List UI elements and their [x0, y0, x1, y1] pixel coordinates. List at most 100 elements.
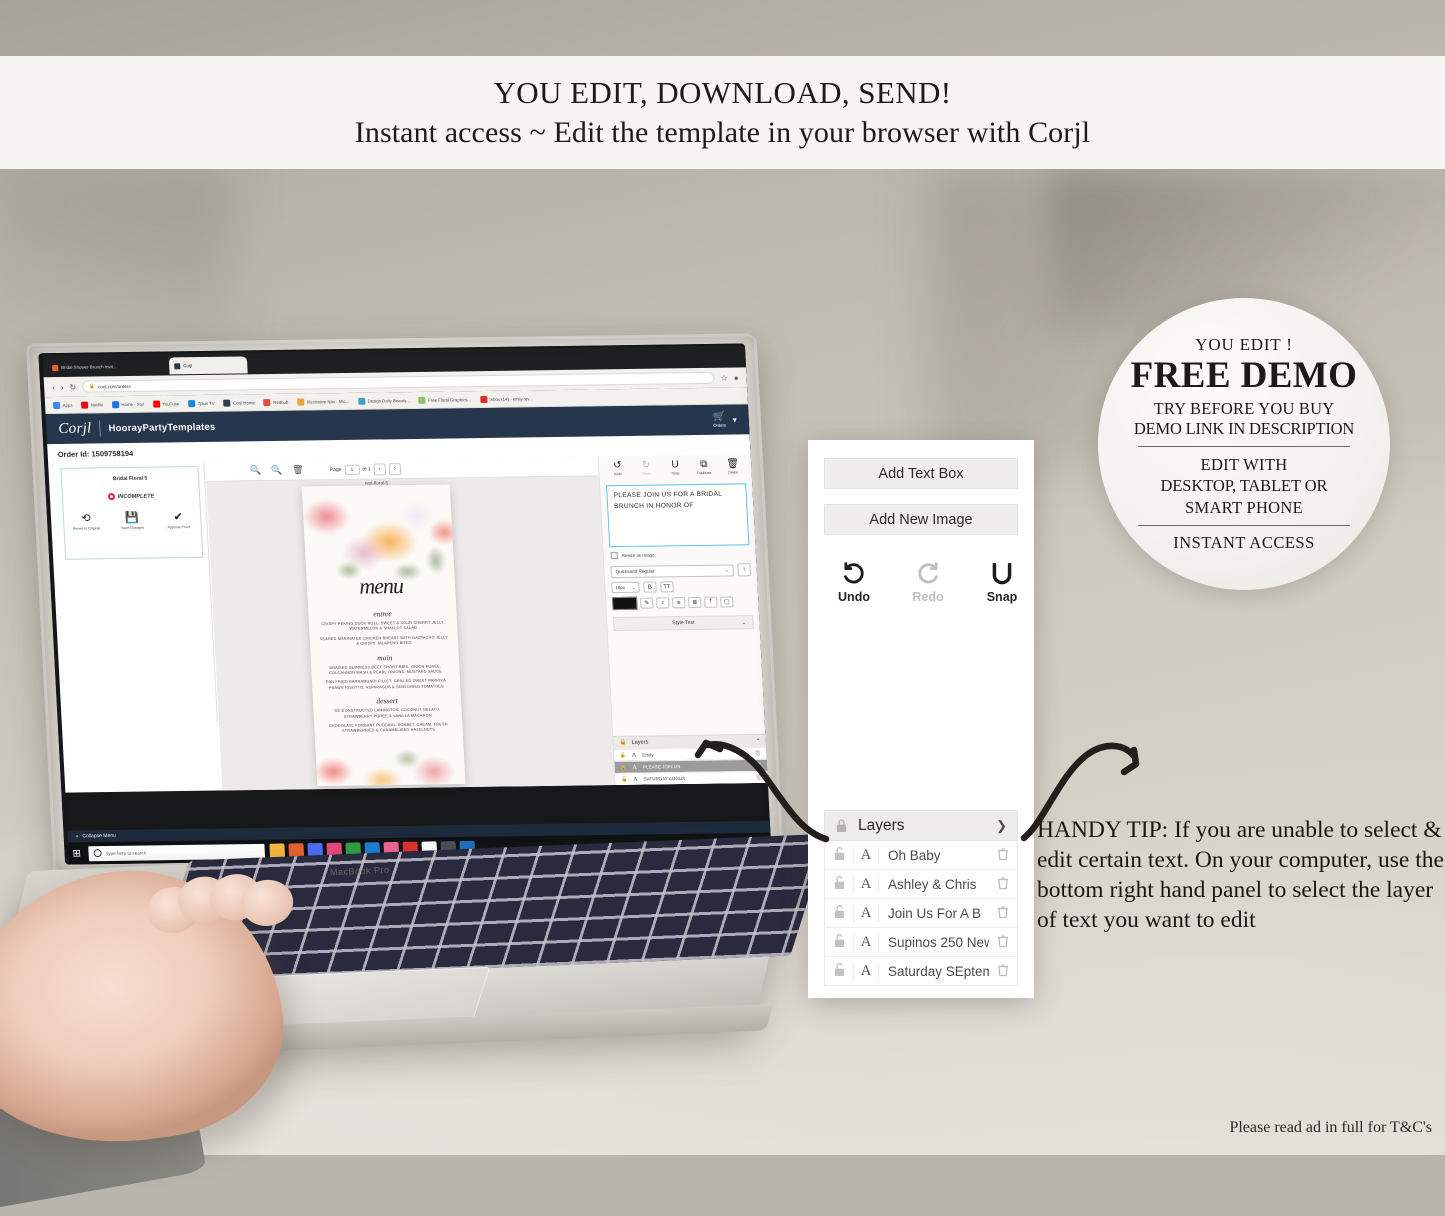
bookmark-item[interactable]: 7plus TV [188, 399, 215, 407]
bold-button[interactable]: B [643, 581, 657, 593]
text-fill-icon[interactable]: ✎ [639, 597, 654, 609]
unlock-icon[interactable] [825, 962, 853, 980]
bookmark-favicon [263, 398, 271, 406]
page-number-input[interactable]: 1 [344, 464, 360, 475]
bookmark-item[interactable]: Netflix [81, 401, 103, 409]
bookmark-item[interactable]: Redbub [263, 398, 289, 406]
unlock-icon[interactable] [825, 904, 853, 922]
template-preview-card[interactable]: menu entree CRISPY PEKING DUCK ROLL, SWEE… [301, 484, 466, 787]
save-changes-button[interactable]: 💾 Save Changes [117, 512, 148, 530]
add-text-box-button[interactable]: Add Text Box [824, 458, 1018, 489]
revert-to-original-button[interactable]: ⟲ Revert to Original [71, 512, 102, 530]
layer-row[interactable]: A Supinos 250 New [824, 928, 1018, 957]
layers-panel-header[interactable]: Layers ❯ [824, 810, 1018, 841]
add-new-image-button[interactable]: Add New Image [824, 504, 1018, 535]
bookmark-item[interactable]: Free Floral Graphics... [418, 396, 471, 404]
line-height-icon[interactable]: ↕ [656, 597, 670, 609]
text-edit-textarea[interactable]: PLEASE JOIN US FOR A BRIDAL BRUNCH IN HO… [606, 483, 750, 548]
layer-row[interactable]: A Oh Baby [824, 841, 1018, 870]
editor-canvas-area[interactable]: 🔍 🔍 🗑 Page 1 of 1 ‹ › test-floral-5 5 x … [205, 456, 615, 791]
demo-line-6: DESKTOP, TABLET OR [1160, 476, 1328, 496]
delete-layer-icon[interactable] [989, 905, 1017, 922]
layer-row[interactable]: A Ashley & Chris [824, 870, 1018, 899]
color-and-align-row: ✎ ↕ ≡ ≣ ⤒ ▢ [611, 595, 753, 611]
forward-icon[interactable]: › [61, 382, 64, 391]
prev-page-button[interactable]: ‹ [373, 462, 387, 476]
bookmark-item[interactable]: Home - Styl [111, 400, 144, 408]
layer-row[interactable]: A Join Us For A B [824, 899, 1018, 928]
bookmark-label: Inbox (14) - emily.rev... [489, 395, 533, 402]
incomplete-status-icon [107, 493, 115, 501]
redo-button[interactable]: ↻ Redo [633, 459, 660, 476]
align-center-icon[interactable]: ≣ [688, 596, 702, 609]
undo-label: Undo [613, 472, 623, 477]
header-divider [99, 420, 101, 437]
star-icon[interactable]: ☆ [720, 373, 728, 382]
collapse-icon: « [75, 833, 79, 840]
unlock-icon[interactable] [825, 875, 853, 893]
font-size-row: 16px ⌄ B TT [611, 580, 752, 594]
upload-font-button[interactable]: ↑ [737, 563, 752, 577]
header-menu-icon[interactable]: ▾ [733, 415, 737, 424]
next-page-button[interactable]: › [388, 462, 402, 475]
proof-actions: ⟲ Revert to Original 💾 Save Changes ✔ Ap… [71, 511, 194, 531]
approve-label: Approve Proof [167, 525, 190, 530]
windows-start-icon[interactable]: ⊞ [72, 848, 84, 859]
browser-tab-1[interactable]: Corjl [168, 356, 248, 375]
layer-row[interactable]: A Saturday SEptem [824, 957, 1018, 986]
unlock-icon[interactable] [825, 933, 853, 951]
proof-title: Bridal Floral 5 [112, 475, 148, 483]
text-layer-icon: A [631, 752, 637, 759]
undo-button[interactable]: Undo [832, 561, 876, 604]
proof-status-group: INCOMPLETE [107, 493, 154, 501]
panel-tool-buttons: Undo Redo Snap [808, 535, 1034, 604]
delete-icon[interactable]: 🗑 [292, 465, 304, 476]
delete-button[interactable]: 🗑 Delete [719, 458, 746, 474]
undo-button[interactable]: ↺ Undo [604, 460, 631, 477]
redo-icon: ↻ [641, 459, 651, 471]
browser-tab-0[interactable]: Bridal Shower Brunch Invit... [47, 358, 166, 377]
check-icon: ✔ [173, 511, 184, 524]
duplicate-button[interactable]: ⧉ Duplicate [691, 459, 718, 475]
text-case-button[interactable]: TT [660, 581, 674, 593]
delete-layer-icon[interactable] [989, 934, 1017, 951]
text-color-swatch[interactable] [611, 596, 638, 611]
vertical-align-icon[interactable]: ⤒ [704, 596, 718, 608]
browser-window: Bridal Shower Brunch Invit... Corjl ‹ › … [38, 343, 772, 865]
lock-icon[interactable]: 🔓 [620, 752, 626, 758]
back-icon[interactable]: ‹ [52, 383, 55, 392]
font-size-select[interactable]: 16px ⌄ [611, 581, 640, 594]
font-family-select[interactable]: Quicksand Regular ⌄ [610, 563, 734, 578]
proof-card[interactable]: Bridal Floral 5 INCOMPLETE ⟲ Revert to O… [60, 465, 204, 560]
zoom-out-icon[interactable]: 🔍 [271, 465, 283, 476]
bookmark-item[interactable]: Corjl Home [223, 399, 255, 407]
bookmark-item[interactable]: Illustrative Nav - Mic... [297, 397, 349, 406]
orders-cart-button[interactable]: 🛒 Orders [713, 411, 726, 427]
delete-layer-icon[interactable] [989, 876, 1017, 893]
text-box-icon[interactable]: ▢ [720, 596, 734, 608]
zoom-in-icon[interactable]: 🔍 [250, 465, 262, 476]
corjl-logo[interactable]: Corjl [58, 420, 92, 437]
reload-icon[interactable]: ↻ [69, 382, 76, 391]
snap-label: Snap [986, 590, 1018, 604]
resize-label: Resize as Image [621, 552, 655, 558]
snap-button[interactable]: Snap [980, 561, 1024, 604]
bookmark-item[interactable]: Apps [52, 401, 73, 409]
delete-layer-icon[interactable] [989, 963, 1017, 980]
chevron-down-icon[interactable]: ❯ [996, 818, 1007, 834]
avatar-icon[interactable]: ● [734, 373, 739, 382]
lock-icon[interactable]: 🔓 [621, 764, 627, 770]
unlock-icon[interactable] [825, 846, 853, 864]
redo-button[interactable]: Redo [906, 561, 950, 604]
lock-icon[interactable]: 🔓 [621, 776, 627, 782]
delete-layer-icon[interactable] [989, 847, 1017, 864]
approve-proof-button[interactable]: ✔ Approve Proof [163, 511, 194, 530]
align-left-icon[interactable]: ≡ [672, 597, 686, 609]
bookmark-item[interactable]: Design Daily Beauty... [357, 397, 410, 405]
snap-button[interactable]: U Snap [662, 459, 689, 475]
bookmark-item[interactable]: YouTube [152, 400, 180, 408]
resize-checkbox[interactable] [610, 552, 618, 560]
resize-as-image-row[interactable]: Resize as Image [610, 550, 749, 560]
bookmark-item[interactable]: Inbox (14) - emily.rev... [479, 395, 533, 403]
style-text-dropdown[interactable]: Style Text ⌄ [612, 615, 754, 632]
